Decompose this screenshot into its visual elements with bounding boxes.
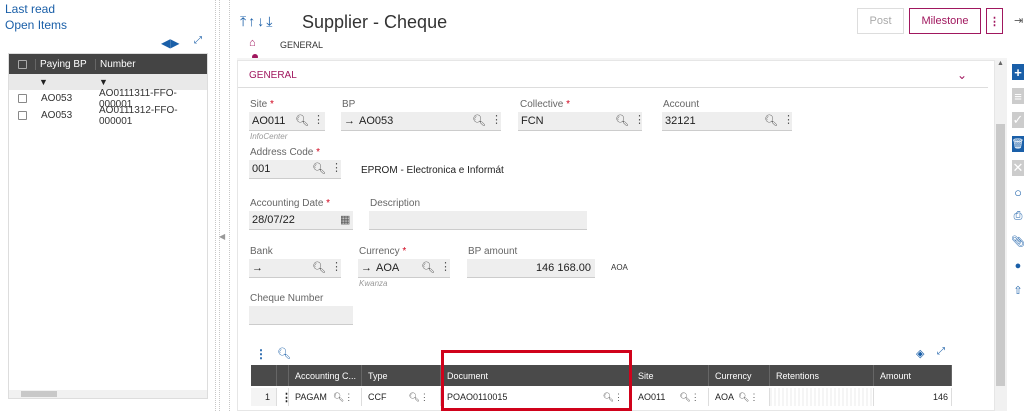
refresh-icon[interactable]: ○ bbox=[1012, 184, 1024, 200]
last-read-link[interactable]: Last read bbox=[5, 2, 55, 16]
layers-icon[interactable]: ◈ bbox=[916, 347, 924, 360]
grid-row-menu-col bbox=[277, 365, 289, 386]
cheque-number-field[interactable] bbox=[249, 306, 353, 325]
cell-type[interactable]: CCF 🔍︎⋮ bbox=[362, 388, 441, 406]
col-amount[interactable]: Amount bbox=[874, 365, 952, 386]
cell-site[interactable]: AO011 🔍︎⋮ bbox=[632, 388, 709, 406]
address-code-field[interactable]: 001 bbox=[249, 160, 341, 179]
bank-field[interactable]: → bbox=[249, 259, 341, 278]
more-icon[interactable]: ⋮ bbox=[491, 113, 502, 126]
address-description: EPROM - Electronica e Informát bbox=[361, 165, 504, 176]
filter-icon[interactable]: ▼ bbox=[95, 77, 207, 87]
more-icon[interactable]: ⋮ bbox=[634, 113, 645, 126]
post-button[interactable]: Post bbox=[857, 8, 904, 34]
nav-arrows-icon[interactable]: ◀▶ bbox=[161, 36, 179, 50]
site-description: InfoCenter bbox=[250, 132, 288, 141]
horizontal-scrollbar[interactable] bbox=[9, 390, 207, 398]
select-all-checkbox[interactable] bbox=[17, 59, 27, 69]
vertical-scrollbar[interactable]: ▲ bbox=[995, 60, 1007, 411]
cell-accounting-code[interactable]: PAGAM 🔍︎⋮ bbox=[289, 388, 362, 406]
currency-label: Currency * bbox=[359, 246, 407, 257]
row-checkbox[interactable] bbox=[17, 111, 27, 120]
row-number: 1 bbox=[251, 388, 277, 406]
attach-icon[interactable]: 📎︎ bbox=[1011, 233, 1024, 249]
accounting-date-label: Accounting Date * bbox=[250, 198, 331, 209]
delete-icon[interactable]: 🗑︎ bbox=[1012, 136, 1024, 152]
expand-icon[interactable]: ⤢ bbox=[194, 35, 202, 46]
col-paying-bp[interactable]: Paying BP bbox=[35, 58, 95, 70]
left-panel: Last read Open Items ◀▶ ⤢ Paying BP Numb… bbox=[0, 0, 212, 411]
milestone-button[interactable]: Milestone bbox=[909, 8, 981, 34]
search-icon[interactable]: 🔍︎ bbox=[764, 114, 778, 127]
page-title: Supplier - Cheque bbox=[302, 12, 448, 32]
comment-icon[interactable]: ● bbox=[1012, 258, 1024, 274]
cell-amount[interactable]: 146 bbox=[874, 388, 952, 406]
grid-menu-icon[interactable]: ⋮ bbox=[255, 347, 267, 361]
add-icon[interactable]: + bbox=[1012, 64, 1024, 80]
more-icon[interactable]: ⋮ bbox=[440, 260, 451, 273]
more-icon[interactable]: ⋮ bbox=[313, 113, 324, 126]
col-type[interactable]: Type bbox=[362, 365, 441, 386]
more-actions-button[interactable]: ⋮ bbox=[986, 8, 1003, 34]
expand-icon[interactable]: ⤢ bbox=[937, 346, 945, 357]
grid-corner bbox=[251, 365, 277, 386]
close-icon[interactable]: ✕ bbox=[1012, 160, 1024, 176]
account-label: Account bbox=[663, 99, 700, 110]
home-icon[interactable]: ⌂ bbox=[249, 37, 256, 49]
more-icon[interactable]: ⋮ bbox=[783, 113, 794, 126]
row-menu-icon[interactable]: ⋮ bbox=[277, 388, 292, 406]
more-icon[interactable]: ⋮ bbox=[331, 161, 342, 174]
section-title: GENERAL bbox=[249, 70, 297, 81]
cell-currency[interactable]: AOA 🔍︎⋮ bbox=[709, 388, 770, 406]
row-number: AO0111312-FFO-000001 bbox=[99, 104, 178, 127]
more-icon[interactable]: ⋮ bbox=[331, 260, 342, 273]
search-icon[interactable]: 🔍︎ bbox=[312, 162, 326, 175]
site-label: Site * bbox=[250, 99, 274, 110]
search-icon[interactable]: 🔍︎ bbox=[421, 261, 435, 274]
col-site[interactable]: Site bbox=[632, 365, 709, 386]
address-code-label: Address Code * bbox=[250, 147, 321, 158]
check-icon[interactable]: ✓ bbox=[1012, 112, 1024, 128]
chevron-down-icon[interactable]: ⌄ bbox=[957, 68, 967, 82]
open-items-link[interactable]: Open Items bbox=[5, 18, 67, 32]
calendar-icon[interactable]: ▦ bbox=[340, 213, 350, 226]
search-icon[interactable]: 🔍︎ bbox=[615, 114, 629, 127]
grid-search-icon[interactable]: 🔍︎ bbox=[277, 347, 291, 360]
bp-amount-label: BP amount bbox=[468, 246, 518, 257]
search-icon[interactable]: 🔍︎ bbox=[312, 261, 326, 274]
open-items-table: Paying BP Number ▼ ▼ AO053 AO0111311-FFO… bbox=[8, 53, 208, 399]
col-accounting-code[interactable]: Accounting C... bbox=[289, 365, 362, 386]
record-nav-icons[interactable]: ⤒↑↓⤓ bbox=[240, 13, 274, 30]
cheque-number-label: Cheque Number bbox=[250, 293, 324, 304]
bank-label: Bank bbox=[250, 246, 273, 257]
currency-field[interactable]: → AOA bbox=[358, 259, 450, 278]
cell-retentions bbox=[770, 388, 874, 406]
description-field[interactable] bbox=[369, 211, 587, 230]
row-bp: AO053 bbox=[41, 93, 73, 104]
export-icon[interactable]: ⇧ bbox=[1012, 282, 1024, 298]
row-bp: AO053 bbox=[41, 110, 73, 121]
tab-general[interactable]: GENERAL bbox=[280, 40, 323, 50]
accounting-date-field[interactable]: 28/07/22 bbox=[249, 211, 353, 230]
search-icon[interactable]: 🔍︎ bbox=[472, 114, 486, 127]
search-icon[interactable]: 🔍︎ bbox=[295, 114, 309, 127]
bp-label: BP bbox=[342, 99, 356, 110]
collective-label: Collective * bbox=[520, 99, 571, 110]
description-label: Description bbox=[370, 198, 421, 209]
collapse-icon[interactable]: ◀ bbox=[219, 232, 225, 241]
col-retentions[interactable]: Retentions bbox=[770, 365, 874, 386]
bp-amount-field[interactable]: 146 168.00 bbox=[467, 259, 595, 278]
print-icon[interactable]: ⎙ bbox=[1012, 208, 1024, 224]
bp-amount-currency: AOA bbox=[611, 263, 628, 272]
col-currency[interactable]: Currency bbox=[709, 365, 770, 386]
col-number[interactable]: Number bbox=[95, 58, 207, 70]
filter-icon[interactable]: ▼ bbox=[35, 77, 95, 87]
row-checkbox[interactable] bbox=[17, 94, 27, 103]
exit-icon[interactable]: ⇥ bbox=[1014, 14, 1023, 27]
list-item[interactable]: AO053 AO0111312-FFO-000001 bbox=[9, 104, 207, 127]
list-icon[interactable]: ≡ bbox=[1012, 88, 1024, 104]
currency-description: Kwanza bbox=[359, 279, 388, 288]
highlight-box bbox=[441, 350, 632, 411]
